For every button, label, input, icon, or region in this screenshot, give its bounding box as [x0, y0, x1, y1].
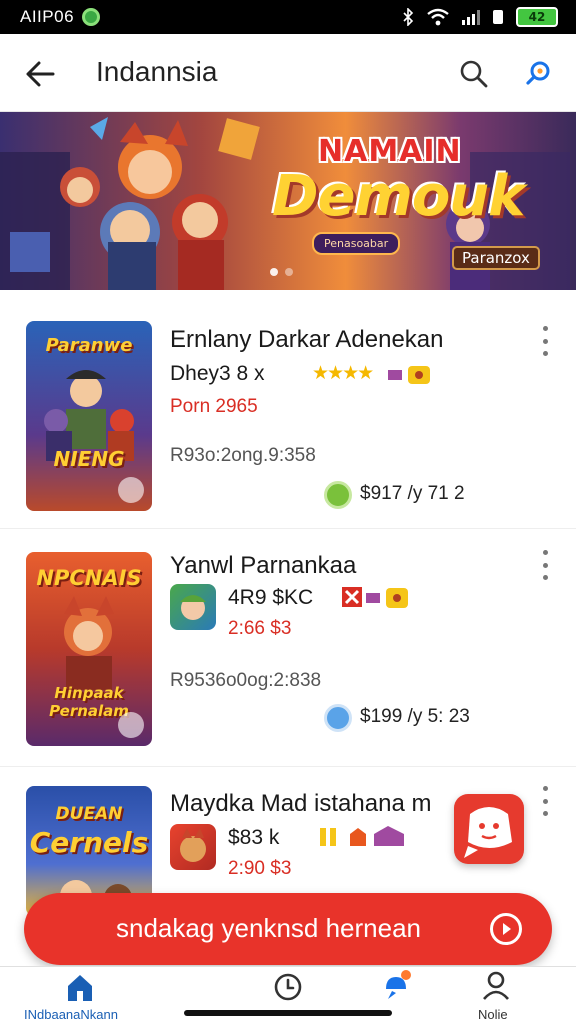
battery-level: 42	[528, 10, 546, 24]
banner-title-main: Demouk	[272, 164, 525, 229]
play-icon[interactable]	[118, 477, 144, 503]
app-developer: 4R9 $KC	[228, 586, 314, 609]
nav-item-notifications[interactable]	[360, 967, 436, 1025]
app-title[interactable]: Ernlany Darkar Adenekan	[170, 326, 444, 354]
play-icon[interactable]	[118, 712, 144, 738]
sim-icon	[493, 10, 503, 24]
cta-label: sndakag yenknsd hernean	[116, 913, 422, 943]
chat-search-button[interactable]	[520, 56, 556, 92]
app-release: 2:90 $3	[228, 858, 292, 879]
thumbnail-subtitle: Cernels	[29, 826, 149, 859]
play-circle-icon	[490, 913, 522, 945]
app-mini-icon	[170, 824, 216, 870]
chat-mascot-icon	[464, 807, 512, 858]
thumbnail-title: NPCNAIS	[36, 566, 142, 590]
app-thumbnail[interactable]: NPCNAIS Hinpaak Pernalam	[26, 552, 152, 746]
profile-icon	[483, 971, 509, 1000]
banner-badge[interactable]: Paranzox	[452, 246, 540, 270]
wifi-icon	[427, 8, 449, 26]
app-header: Indannsia	[0, 34, 576, 112]
thumbnail-title: Paranwe	[45, 335, 133, 356]
app-release: Porn 2965	[170, 396, 258, 417]
banner-subtitle: Penasoabar	[312, 232, 401, 255]
battery-icon: 42	[516, 7, 558, 27]
clock-icon	[274, 973, 302, 1001]
nav-label-home: INdbaanaNkann	[24, 1007, 118, 1022]
more-options-button[interactable]	[536, 786, 554, 816]
status-left: AIIP06	[20, 7, 101, 27]
nav-item-home[interactable]: INdbaanaNkann	[0, 967, 160, 1025]
coin-icon	[324, 704, 352, 732]
thumbnail-title: DUEAN	[55, 804, 123, 824]
status-bar: AIIP06 42	[0, 0, 576, 34]
home-icon	[68, 975, 92, 1001]
badge-icons	[342, 587, 408, 608]
app-mini-icon	[170, 584, 216, 630]
rating-stars: ★★★★	[312, 363, 374, 384]
app-price: $199 /y 5: 23	[360, 706, 470, 727]
pagination-dot-active	[270, 268, 278, 276]
app-title[interactable]: Yanwl Parnankaa	[170, 552, 356, 580]
primary-cta-button[interactable]: sndakag yenknsd hernean	[24, 893, 552, 965]
app-meta: R93o:2ong.9:358	[170, 445, 316, 466]
app-developer: Dhey3 8 x	[170, 362, 265, 385]
status-time: AIIP06	[20, 7, 75, 26]
search-button[interactable]	[456, 56, 492, 92]
app-developer: $83 k	[228, 826, 280, 849]
bluetooth-icon	[403, 8, 414, 26]
promo-banner[interactable]: NAMAIN Demouk Penasoabar Paranzox	[0, 112, 576, 290]
coin-icon	[324, 481, 352, 509]
nav-label-profile: Nolie	[478, 1007, 508, 1022]
page-title: Indannsia	[96, 56, 218, 87]
nav-item-profile[interactable]: Nolie	[456, 967, 536, 1025]
app-thumbnail[interactable]: Paranwe NIENG	[26, 321, 152, 511]
floating-chat-button[interactable]	[454, 794, 524, 864]
search-icon	[460, 60, 488, 88]
app-price: $917 /y 71 2	[360, 483, 465, 504]
signal-icon	[462, 9, 480, 25]
pagination-dot	[285, 268, 293, 276]
app-meta: R9536o0og:2:838	[170, 670, 322, 691]
mini-avatar-art	[180, 828, 206, 862]
notification-icon	[386, 970, 411, 999]
status-right: 42	[402, 7, 558, 27]
app-notification-icon	[82, 8, 101, 26]
more-options-button[interactable]	[536, 550, 554, 580]
chat-search-icon	[526, 61, 550, 85]
banner-pagination	[270, 268, 293, 276]
mini-avatar-art	[180, 595, 206, 620]
app-list-item[interactable]: NPCNAIS Hinpaak Pernalam Yanwl Parnankaa…	[0, 528, 576, 758]
thumbnail-subtitle: NIENG	[53, 447, 125, 471]
app-release: 2:66 $3	[228, 618, 292, 639]
arrow-left-icon	[26, 61, 55, 87]
more-options-button[interactable]	[536, 326, 554, 356]
badge-icons	[388, 366, 430, 384]
home-indicator	[184, 1010, 392, 1016]
back-button[interactable]	[22, 56, 58, 92]
nav-item-history[interactable]	[250, 967, 326, 1025]
badge-icons	[320, 826, 404, 846]
app-list-item[interactable]: Paranwe NIENG Ernlany Darkar Adenekan Dh…	[0, 290, 576, 520]
app-title[interactable]: Maydka Mad istahana m	[170, 790, 431, 818]
